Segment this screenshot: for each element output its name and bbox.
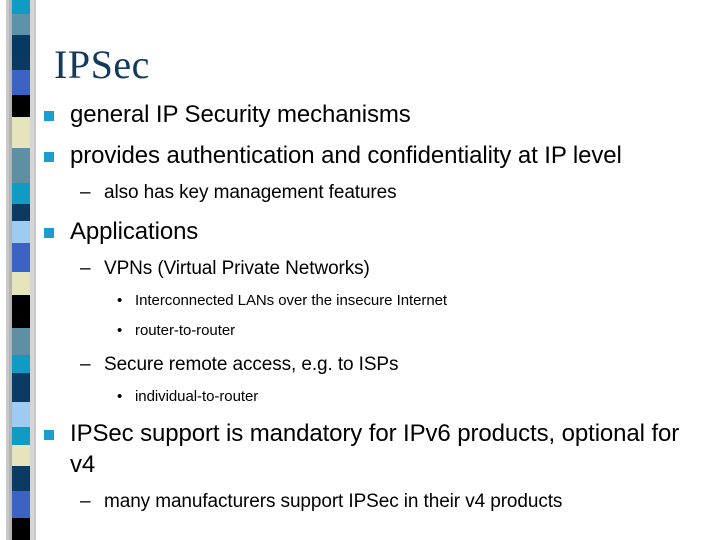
band-segment xyxy=(12,372,30,402)
square-bullet-icon xyxy=(44,418,70,449)
bullet-text: Secure remote access, e.g. to ISPs xyxy=(104,354,399,375)
band-segment xyxy=(12,13,30,35)
bullet-item-level-2: – also has key management features xyxy=(80,179,704,206)
square-bullet-glyph xyxy=(44,429,54,440)
band-segment xyxy=(12,355,30,373)
dash-bullet-icon: – xyxy=(80,182,91,203)
band-segment xyxy=(12,518,30,540)
bullet-spacer xyxy=(44,206,704,216)
square-bullet-icon xyxy=(44,99,70,130)
bullet-spacer xyxy=(44,130,704,140)
bullet-spacer xyxy=(44,342,704,351)
band-segment xyxy=(12,182,30,204)
page-title: IPSec xyxy=(54,42,150,87)
square-bullet-glyph xyxy=(44,151,54,162)
bullet-item-level-1: general IP Security mechanisms xyxy=(44,99,704,130)
bullet-spacer xyxy=(44,312,704,319)
bullet-text: also has key management features xyxy=(104,182,397,203)
bullet-text: individual-to-router xyxy=(135,388,259,405)
bullet-item-level-2: – Secure remote access, e.g. to ISPs xyxy=(80,351,704,378)
band-segment xyxy=(12,401,30,428)
square-bullet-glyph xyxy=(44,110,54,121)
band-segment xyxy=(12,116,30,148)
bullet-item-level-1: IPSec support is mandatory for IPv6 prod… xyxy=(44,418,704,480)
band-segment xyxy=(12,58,30,70)
band-segment xyxy=(12,427,30,445)
bullet-text: general IP Security mechanisms xyxy=(70,101,411,128)
bullet-spacer xyxy=(44,408,704,418)
band-segment xyxy=(12,444,30,467)
band-segment xyxy=(12,242,30,272)
bullet-text: many manufacturers support IPSec in thei… xyxy=(104,491,563,512)
band-segment xyxy=(12,0,30,14)
band-segment xyxy=(12,221,30,243)
band-segment xyxy=(12,147,30,183)
bullet-spacer xyxy=(44,247,704,255)
slide-body: general IP Security mechanisms provides a… xyxy=(44,99,704,515)
bullet-item-level-1: provides authentication and confidential… xyxy=(44,140,704,171)
bullet-spacer xyxy=(44,378,704,385)
slide-canvas: IPSec general IP Security mechanisms prov… xyxy=(0,0,720,540)
bullet-item-level-1: Applications xyxy=(44,216,704,247)
bullet-item-level-2: – many manufacturers support IPSec in the… xyxy=(80,488,704,515)
band-shadow-right xyxy=(30,0,34,540)
dot-bullet-icon: • xyxy=(117,388,123,405)
bullet-item-level-3: • router-to-router xyxy=(115,319,704,342)
bullet-text: IPSec support is mandatory for IPv6 prod… xyxy=(70,420,680,478)
band-segment xyxy=(12,34,30,59)
square-bullet-icon xyxy=(44,216,70,247)
dash-bullet-icon: – xyxy=(80,491,91,512)
dash-bullet-icon: – xyxy=(80,354,91,375)
square-bullet-icon xyxy=(44,140,70,171)
band-segment xyxy=(12,491,30,519)
square-bullet-glyph xyxy=(44,227,54,238)
bullet-item-level-3: • Interconnected LANs over the insecure I… xyxy=(115,289,704,312)
bullet-spacer xyxy=(44,171,704,179)
band-segment xyxy=(12,328,30,356)
band-segment xyxy=(12,295,30,329)
band-segment xyxy=(12,69,30,96)
bullet-text: provides authentication and confidential… xyxy=(70,142,622,169)
band-segment xyxy=(12,203,30,222)
bullet-text: router-to-router xyxy=(135,322,236,339)
bullet-text: Applications xyxy=(70,218,199,245)
bullet-spacer xyxy=(44,282,704,289)
bullet-text: Interconnected LANs over the insecure In… xyxy=(135,292,448,309)
bullet-item-level-3: • individual-to-router xyxy=(115,385,704,408)
band-segment xyxy=(12,95,30,117)
bullet-item-level-2: – VPNs (Virtual Private Networks) xyxy=(80,255,704,282)
band-segment xyxy=(12,466,30,492)
dot-bullet-icon: • xyxy=(117,322,123,339)
left-decorative-band xyxy=(0,0,36,540)
bullet-text: VPNs (Virtual Private Networks) xyxy=(104,258,370,279)
dash-bullet-icon: – xyxy=(80,258,91,279)
band-color-strip xyxy=(12,0,30,540)
band-segment xyxy=(12,271,30,296)
bullet-spacer xyxy=(44,480,704,488)
dot-bullet-icon: • xyxy=(117,292,123,309)
